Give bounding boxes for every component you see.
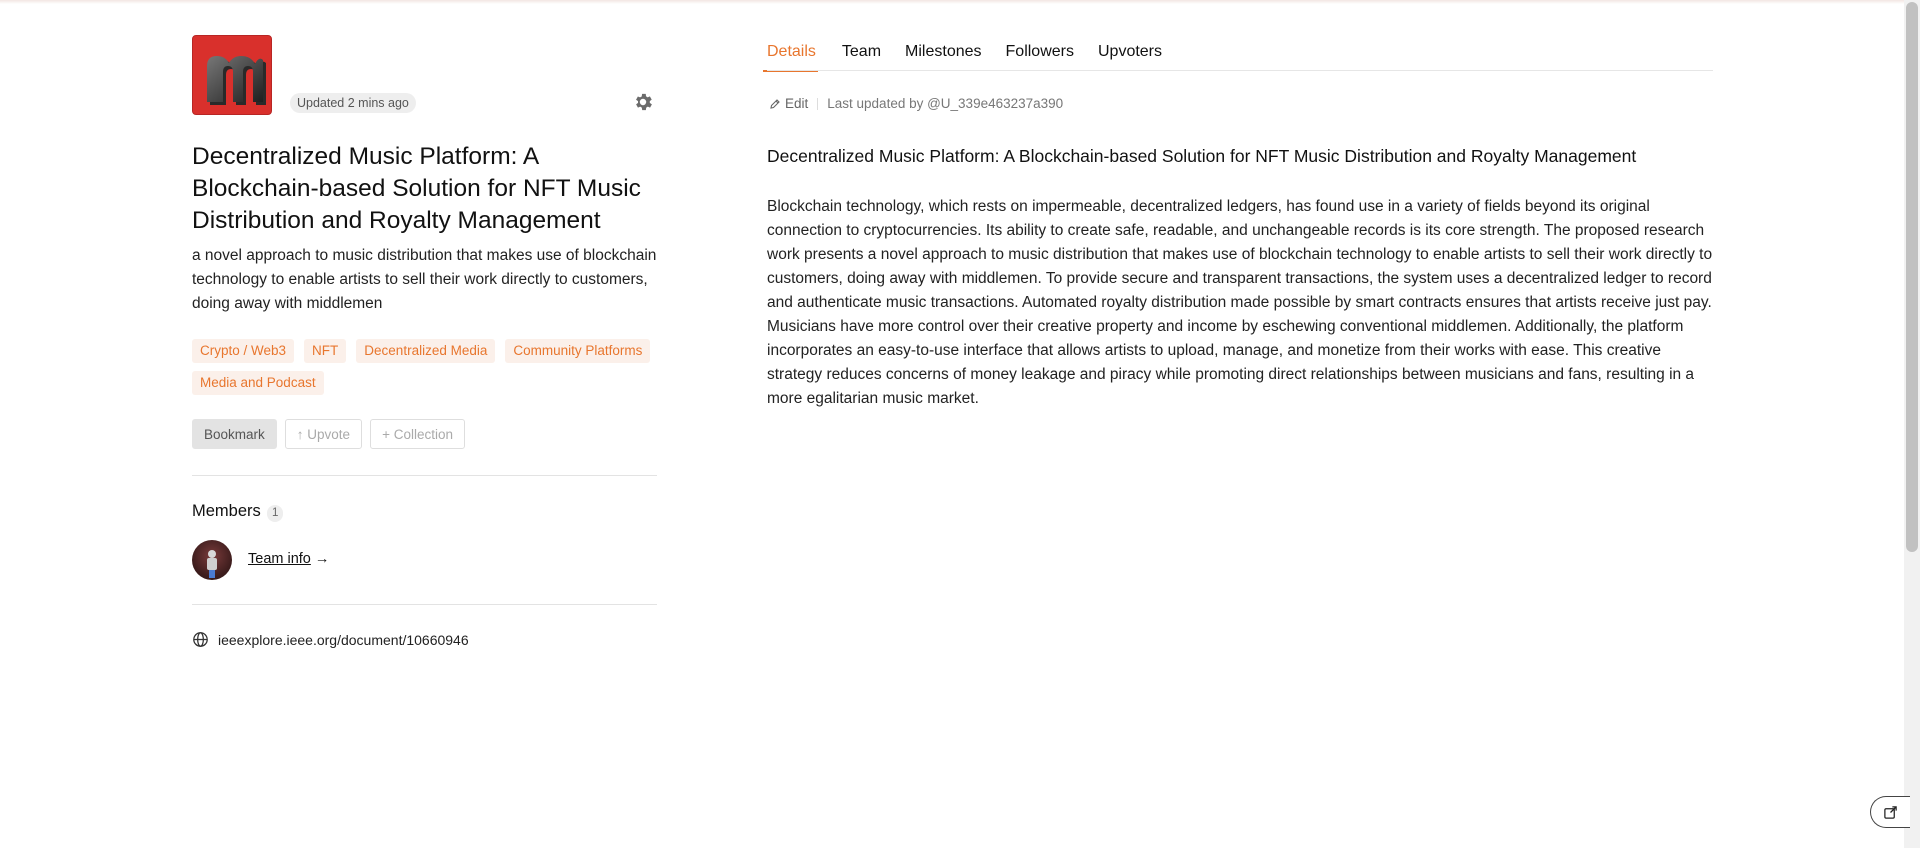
- add-to-collection-button[interactable]: + Collection: [370, 419, 465, 449]
- edit-button[interactable]: Edit: [769, 96, 808, 111]
- members-count-badge: 1: [267, 505, 284, 522]
- tag-list: Crypto / Web3 NFT Decentralized Media Co…: [192, 339, 672, 395]
- scrollbar[interactable]: [1904, 0, 1920, 848]
- tab-bar: Details Team Milestones Followers Upvote…: [763, 42, 1162, 72]
- tab-divider: [767, 70, 1713, 71]
- tab-team[interactable]: Team: [842, 42, 881, 72]
- top-shadow: [0, 0, 1904, 4]
- team-info-link[interactable]: Team info →: [248, 551, 329, 567]
- project-logo: [192, 35, 272, 115]
- action-buttons: Bookmark ↑ Upvote + Collection: [192, 419, 465, 449]
- avatar[interactable]: [192, 540, 232, 580]
- bookmark-button[interactable]: Bookmark: [192, 419, 277, 449]
- arrow-right-icon: →: [314, 551, 330, 567]
- details-body: Blockchain technology, which rests on im…: [767, 198, 1713, 407]
- members-heading: Members: [192, 502, 261, 520]
- globe-icon: [193, 632, 208, 647]
- project-subtitle: a novel approach to music distribution t…: [192, 247, 657, 312]
- updated-badge: Updated 2 mins ago: [290, 93, 416, 113]
- tag[interactable]: Media and Podcast: [192, 371, 324, 395]
- team-info-label: Team info: [248, 551, 311, 567]
- project-title: Decentralized Music Platform: A Blockcha…: [192, 143, 641, 234]
- divider: [192, 475, 657, 476]
- tag[interactable]: Decentralized Media: [356, 339, 496, 363]
- tag[interactable]: NFT: [304, 339, 347, 363]
- tag[interactable]: Community Platforms: [505, 339, 651, 363]
- tag[interactable]: Crypto / Web3: [192, 339, 295, 363]
- share-button[interactable]: [1870, 796, 1910, 828]
- edit-bar: Edit Last updated by @U_339e463237a390: [769, 96, 1063, 111]
- last-updated-text: Last updated by @U_339e463237a390: [827, 96, 1064, 111]
- gear-icon[interactable]: [632, 91, 658, 117]
- website-url: ieeexplore.ieee.org/document/10660946: [218, 631, 469, 648]
- details-heading: Decentralized Music Platform: A Blockcha…: [767, 146, 1637, 166]
- website-link[interactable]: ieeexplore.ieee.org/document/10660946: [192, 631, 469, 648]
- divider: [192, 604, 657, 605]
- pencil-icon: [770, 98, 780, 109]
- project-logo-image: [207, 56, 266, 105]
- edit-label: Edit: [785, 96, 809, 111]
- tab-followers[interactable]: Followers: [1006, 42, 1074, 72]
- separator: [817, 97, 819, 110]
- upvote-button[interactable]: ↑ Upvote: [284, 419, 363, 449]
- share-icon: [1884, 806, 1897, 819]
- tab-upvoters[interactable]: Upvoters: [1098, 42, 1162, 72]
- tab-milestones[interactable]: Milestones: [905, 42, 981, 72]
- scrollbar-thumb[interactable]: [1906, 2, 1918, 552]
- tab-details[interactable]: Details: [763, 42, 818, 72]
